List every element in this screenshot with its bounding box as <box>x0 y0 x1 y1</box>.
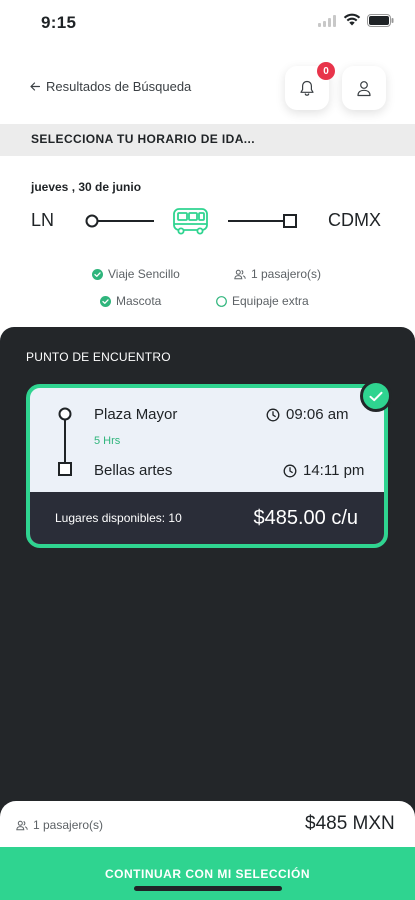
seats-available: Lugares disponibles: 10 <box>55 511 182 525</box>
status-bar: 9:15 <box>0 0 415 44</box>
origin-code: LN <box>31 210 55 230</box>
wifi-icon <box>343 13 361 31</box>
trip-type-label: Viaje Sencillo <box>108 267 180 281</box>
pet-label: Mascota <box>116 294 162 308</box>
arrival-time-value: 14:11 pm <box>303 462 365 479</box>
ticket-price: $485.00 c/u <box>253 506 358 529</box>
battery-icon <box>367 14 394 32</box>
users-icon <box>234 269 246 279</box>
status-time: 9:15 <box>41 13 77 32</box>
section-title: SELECCIONA TU HORARIO DE IDA... <box>0 124 415 156</box>
extra-luggage-chip[interactable]: Equipaje extra <box>216 294 309 308</box>
home-indicator <box>134 886 282 891</box>
arrival-time: 14:11 pm <box>283 462 364 479</box>
bell-icon <box>300 80 314 96</box>
bus-icon <box>173 208 208 235</box>
departure-stop: Plaza Mayor <box>94 406 178 423</box>
pet-chip[interactable]: Mascota <box>100 294 161 308</box>
arrow-left-icon <box>30 82 40 91</box>
summary-passengers: 1 pasajero(s) <box>16 818 103 832</box>
back-link[interactable]: Resultados de Búsqueda <box>30 79 191 94</box>
screen: 9:15 Resultados de Búsqueda 0 SELECCIONA… <box>0 0 415 900</box>
check-circle-icon <box>92 268 103 280</box>
profile-button[interactable] <box>342 66 386 110</box>
summary-passengers-label: 1 pasajero(s) <box>33 818 104 832</box>
extra-luggage-label: Equipaje extra <box>232 294 309 308</box>
route-line <box>85 208 297 235</box>
schedule-card[interactable]: Plaza Mayor 5 Hrs Bellas artes 09:06 am … <box>26 384 388 548</box>
card-footer: Lugares disponibles: 10 $485.00 c/u <box>30 492 384 544</box>
user-icon <box>357 80 371 96</box>
origin-node <box>85 214 99 228</box>
destination-code: CDMX <box>328 210 381 230</box>
passengers-label: 1 pasajero(s) <box>251 267 322 281</box>
destination-node <box>283 214 297 228</box>
cellular-signal-icon <box>318 14 338 32</box>
selected-check-icon <box>360 380 392 412</box>
back-link-label: Resultados de Búsqueda <box>46 79 192 94</box>
departure-time-value: 09:06 am <box>286 406 349 423</box>
stop-timeline <box>58 407 72 476</box>
notification-badge: 0 <box>317 62 335 80</box>
continue-button[interactable]: CONTINUAR CON MI SELECCIÓN <box>0 847 415 900</box>
trip-duration: 5 Hrs <box>94 435 121 447</box>
meeting-point-title: PUNTO DE ENCUENTRO <box>26 350 171 364</box>
clock-icon <box>283 464 297 477</box>
trip-type-chip: Viaje Sencillo <box>92 267 180 281</box>
departure-time: 09:06 am <box>266 406 349 423</box>
check-circle-icon <box>100 295 111 307</box>
summary-total: $485 MXN <box>305 813 395 834</box>
clock-icon <box>266 408 280 421</box>
users-icon <box>16 820 28 830</box>
arrival-stop: Bellas artes <box>94 462 173 479</box>
passengers-chip: 1 pasajero(s) <box>234 267 321 281</box>
trip-date: jueves , 30 de junio <box>31 180 142 194</box>
empty-circle-icon <box>216 295 227 307</box>
